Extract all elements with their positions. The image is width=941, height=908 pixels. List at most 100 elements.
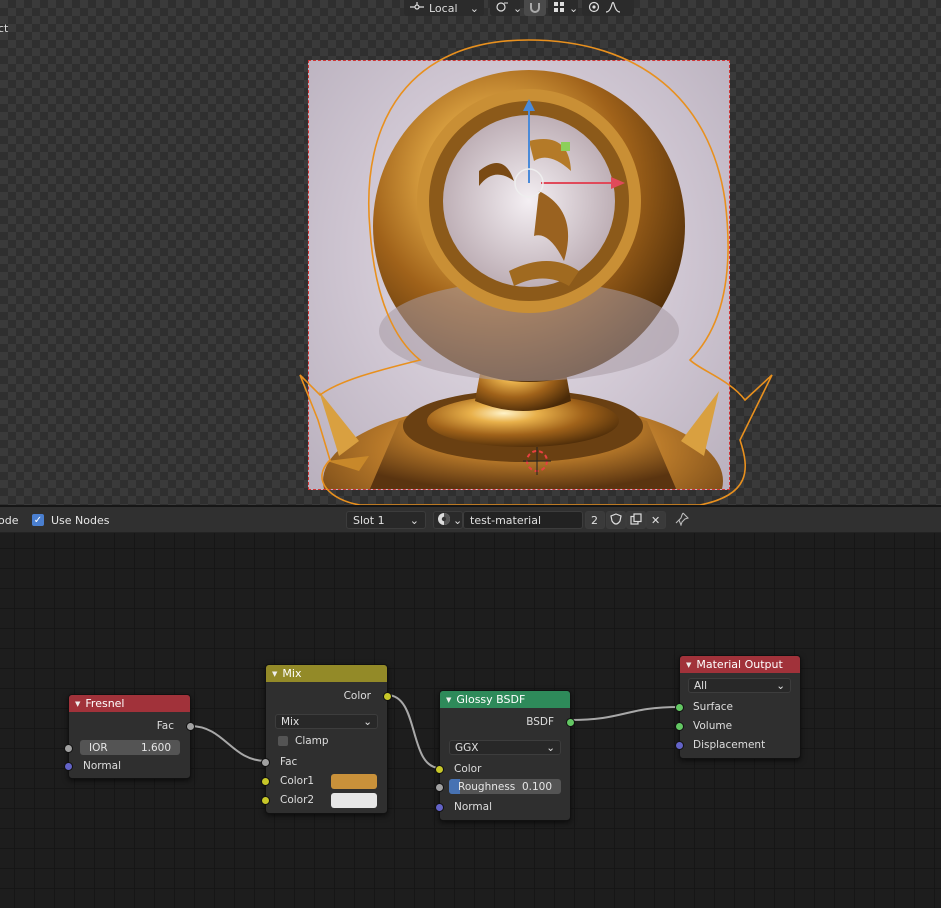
output-input-surface: Surface	[680, 698, 800, 716]
socket-label: Color	[343, 690, 371, 702]
shield-icon	[610, 512, 622, 528]
fresnel-fac-socket[interactable]	[186, 722, 195, 731]
material-name: test-material	[470, 513, 542, 527]
material-sphere-icon	[437, 512, 451, 529]
chevron-down-icon: ⌄	[546, 741, 555, 754]
falloff-icon	[605, 1, 621, 16]
duplicate-material-button[interactable]	[626, 511, 646, 529]
output-target-dropdown[interactable]: All ⌄	[688, 678, 791, 693]
glossy-input-color: Color	[440, 760, 570, 778]
glossy-roughness-socket[interactable]	[435, 783, 444, 792]
material-browse-button[interactable]: ⌄	[433, 511, 463, 529]
node-title: Mix	[282, 667, 302, 680]
grid-snap-icon	[553, 1, 565, 16]
proportional-icon	[587, 1, 601, 16]
color1-swatch[interactable]	[331, 774, 377, 789]
collapse-triangle-icon[interactable]: ▼	[272, 670, 277, 678]
output-volume-socket[interactable]	[675, 722, 684, 731]
glossy-bsdf-output-socket[interactable]	[566, 718, 575, 727]
duplicate-icon	[630, 512, 642, 528]
mix-fac-socket[interactable]	[261, 758, 270, 767]
proportional-editing[interactable]	[582, 0, 634, 16]
3d-viewport[interactable]: Local ⌄ ⌄ ⌄ ct	[0, 0, 941, 505]
fresnel-node[interactable]: ▼ Fresnel Fac IOR 1.600 Normal	[64, 694, 195, 779]
chevron-down-icon: ⌄	[453, 513, 463, 527]
glossy-normal-socket[interactable]	[435, 803, 444, 812]
pivot-label: Local	[429, 1, 458, 15]
viewport-mode-text: ct	[0, 22, 9, 35]
output-input-volume: Volume	[680, 717, 800, 735]
node-title: Fresnel	[85, 697, 125, 710]
unlink-material-button[interactable]: ✕	[646, 511, 666, 529]
fresnel-output-fac: Fac	[69, 717, 190, 735]
ior-field[interactable]: IOR 1.600	[80, 740, 180, 755]
fresnel-normal-socket[interactable]	[64, 762, 73, 771]
chevron-down-icon: ⌄	[513, 1, 523, 15]
chevron-down-icon: ⌄	[409, 513, 419, 527]
fresnel-ior-socket[interactable]	[64, 744, 73, 753]
link-mix-to-glossy	[386, 694, 441, 769]
snap-target-dropdown[interactable]: ⌄	[548, 0, 578, 16]
snap-dropdown[interactable]: ⌄	[490, 0, 523, 16]
chevron-down-icon: ⌄	[469, 1, 479, 15]
node-editor-canvas[interactable]: ▼ Fresnel Fac IOR 1.600 Normal ▼ Mix Col…	[0, 533, 941, 908]
use-nodes-label: Use Nodes	[51, 513, 110, 527]
node-editor-header: ode ✓ Use Nodes Slot 1 ⌄ ⌄ test-material…	[0, 507, 941, 533]
output-node-header[interactable]: ▼ Material Output	[680, 656, 800, 673]
material-user-count[interactable]: 2	[585, 511, 605, 529]
chevron-down-icon: ⌄	[569, 1, 579, 15]
output-displacement-socket[interactable]	[675, 741, 684, 750]
editor-mode-fragment[interactable]: ode	[0, 511, 18, 529]
blend-mode-dropdown[interactable]: Mix ⌄	[275, 714, 378, 729]
mix-node-header[interactable]: ▼ Mix	[266, 665, 387, 682]
fresnel-input-normal: Normal	[69, 757, 190, 775]
editor-mode-text: ode	[0, 513, 19, 527]
output-target-value: All	[694, 679, 708, 692]
magnet-icon	[529, 1, 541, 16]
socket-label: Normal	[454, 801, 492, 813]
glossy-node-header[interactable]: ▼ Glossy BSDF	[440, 691, 570, 708]
pin-button[interactable]	[675, 511, 690, 529]
fake-user-button[interactable]	[606, 511, 626, 529]
magnet-toggle[interactable]	[524, 0, 546, 16]
checkbox-checked-icon[interactable]: ✓	[32, 514, 44, 526]
pivot-dropdown[interactable]: Local ⌄	[404, 0, 484, 16]
socket-label: Color1	[280, 775, 315, 787]
distribution-dropdown[interactable]: GGX ⌄	[449, 740, 561, 755]
socket-label: Fac	[280, 756, 298, 768]
socket-label: Volume	[693, 720, 733, 732]
socket-label: Displacement	[693, 739, 766, 751]
glossy-output-bsdf: BSDF	[440, 713, 570, 731]
collapse-triangle-icon[interactable]: ▼	[75, 700, 80, 708]
roughness-slider[interactable]: Roughness 0.100	[449, 779, 561, 794]
glossy-bsdf-node[interactable]: ▼ Glossy BSDF BSDF GGX ⌄ Color Roughness…	[435, 690, 575, 821]
slot-dropdown[interactable]: Slot 1 ⌄	[346, 511, 426, 529]
distribution-value: GGX	[455, 741, 479, 754]
fresnel-node-header[interactable]: ▼ Fresnel	[69, 695, 190, 712]
mix-output-color: Color	[266, 687, 387, 705]
mix-color1-socket[interactable]	[261, 777, 270, 786]
transform-orientation-icon	[409, 1, 425, 16]
socket-label: Surface	[693, 701, 734, 713]
color2-swatch[interactable]	[331, 793, 377, 808]
link-glossy-to-output	[569, 706, 681, 721]
glossy-color-socket[interactable]	[435, 765, 444, 774]
chevron-down-icon: ⌄	[363, 715, 372, 728]
material-output-node[interactable]: ▼ Material Output All ⌄ Surface Volume D…	[675, 655, 801, 759]
ior-value: 1.600	[140, 741, 171, 754]
material-name-field[interactable]: test-material	[463, 511, 583, 529]
output-surface-socket[interactable]	[675, 703, 684, 712]
viewport-header: Local ⌄ ⌄ ⌄	[0, 0, 941, 16]
collapse-triangle-icon[interactable]: ▼	[686, 661, 691, 669]
use-nodes-toggle[interactable]: ✓ Use Nodes	[32, 511, 110, 529]
checkbox-unchecked-icon[interactable]	[278, 736, 288, 746]
mix-color2-socket[interactable]	[261, 796, 270, 805]
mix-node[interactable]: ▼ Mix Color Mix ⌄ Clamp Fac Color1 Color…	[261, 664, 392, 814]
ior-label: IOR	[89, 741, 108, 754]
collapse-triangle-icon[interactable]: ▼	[446, 696, 451, 704]
socket-label: Color	[454, 763, 482, 775]
blend-mode-value: Mix	[281, 715, 300, 728]
clamp-checkbox[interactable]: Clamp	[266, 732, 387, 750]
mix-color-output-socket[interactable]	[383, 692, 392, 701]
node-title: Glossy BSDF	[456, 693, 526, 706]
